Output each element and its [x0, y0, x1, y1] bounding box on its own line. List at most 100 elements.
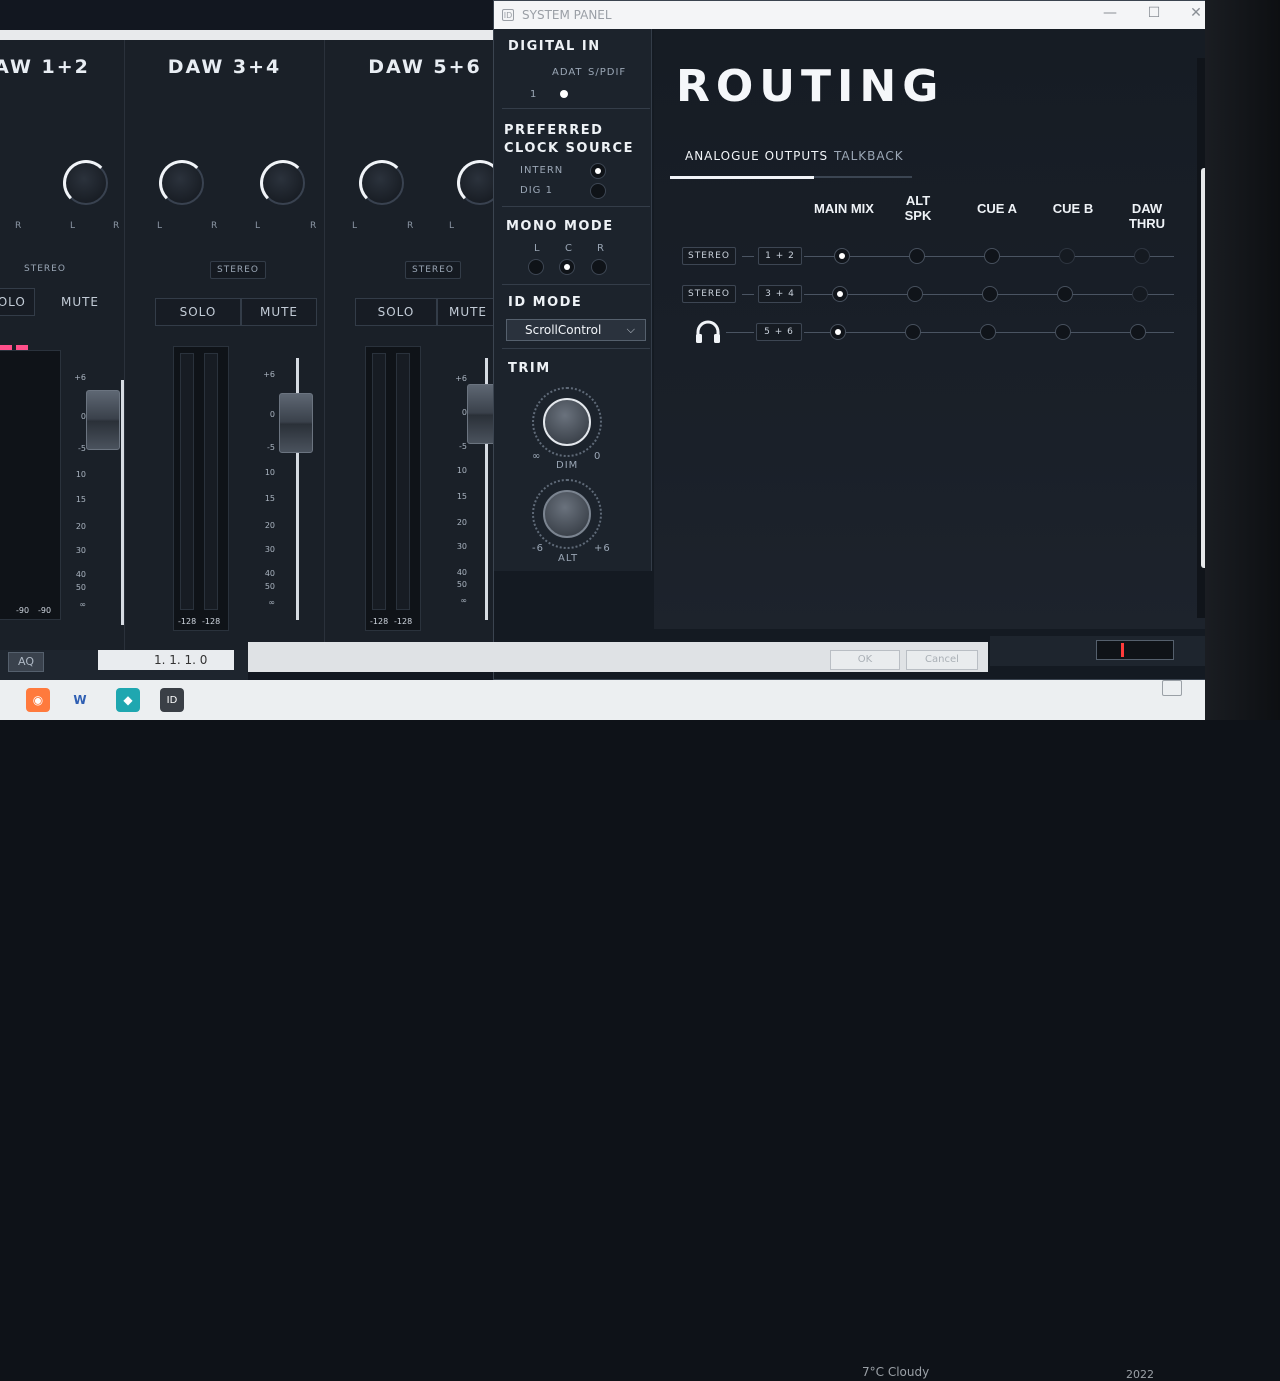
- mixer-top-strip: [0, 30, 505, 40]
- route-node-cue-a[interactable]: [980, 324, 996, 340]
- route-node-daw-thru[interactable]: [1134, 248, 1150, 264]
- mute-button[interactable]: MUTE: [437, 298, 499, 326]
- clock-year: 2022: [1126, 1368, 1154, 1381]
- taskbar: ◉ W ◆ ID 7°C Cloudy 2022: [0, 680, 1205, 1381]
- ok-button[interactable]: OK: [830, 650, 900, 670]
- system-panel-taskbar-icon[interactable]: ID: [160, 688, 184, 712]
- width-knob[interactable]: [260, 160, 306, 206]
- mono-l-radio[interactable]: [528, 259, 544, 275]
- pan-knob[interactable]: [359, 160, 405, 206]
- daw-mixer: AW 1+2 R L R STEREO SOLO MUTE -90 -90 +6…: [0, 30, 505, 650]
- route-node-cue-a[interactable]: [982, 286, 998, 302]
- solo-button[interactable]: SOLO: [0, 288, 35, 316]
- row-source: 3 + 4: [758, 285, 802, 303]
- scale-label: -5: [459, 442, 467, 451]
- id-mode-value: ScrollControl: [525, 323, 602, 337]
- mute-button[interactable]: MUTE: [241, 298, 317, 326]
- pan-l-label: L: [255, 221, 261, 231]
- route-node-alt-spk[interactable]: [905, 324, 921, 340]
- scale-label: 30: [75, 546, 86, 555]
- route-node-alt-spk[interactable]: [909, 248, 925, 264]
- mute-button[interactable]: MUTE: [50, 288, 110, 316]
- scale-label: 0: [461, 408, 467, 417]
- scale-label: 50: [456, 580, 467, 589]
- meter-value-r: -90: [38, 606, 52, 615]
- row-type-stereo: STEREO: [682, 285, 736, 303]
- route-node-cue-a[interactable]: [984, 248, 1000, 264]
- level-meter: -128 -128: [173, 346, 229, 631]
- volume-fader[interactable]: [279, 393, 313, 453]
- dialog-footer: OK Cancel: [248, 642, 988, 672]
- dim-min-label: ∞: [532, 451, 542, 462]
- mono-r-radio[interactable]: [591, 259, 607, 275]
- solo-button[interactable]: SOLO: [155, 298, 241, 326]
- digital-in-title: DIGITAL IN: [508, 39, 601, 54]
- mixer-channel-2: DAW 3+4 L R L R STEREO SOLO MUTE -128 -1…: [125, 40, 325, 650]
- pan-r-label: R: [310, 221, 317, 231]
- position-display[interactable]: 1. 1. 1. 0: [98, 650, 234, 670]
- col-daw-thru: DAW THRU: [1128, 201, 1166, 231]
- adat-indicator[interactable]: [560, 90, 568, 98]
- settings-column: DIGITAL IN ADAT S/PDIF 1 PREFERRED CLOCK…: [494, 29, 652, 571]
- channel-title: AW 1+2: [0, 56, 90, 78]
- tab-talkback[interactable]: TALKBACK: [834, 149, 904, 163]
- route-node-main-mix[interactable]: [832, 286, 848, 302]
- aq-button[interactable]: AQ: [8, 652, 44, 672]
- word-icon[interactable]: W: [68, 688, 92, 712]
- pan-knob[interactable]: [159, 160, 205, 206]
- weather-text[interactable]: 7°C Cloudy: [862, 1365, 929, 1379]
- output-meter: [1096, 640, 1174, 660]
- intern-radio[interactable]: [590, 163, 606, 179]
- clock-title-2: CLOCK SOURCE: [504, 141, 634, 156]
- monitor-bezel: [1205, 0, 1280, 720]
- id-mode-dropdown[interactable]: ScrollControl ⌵: [506, 319, 646, 341]
- fader-track: [121, 380, 124, 625]
- solo-button[interactable]: SOLO: [355, 298, 437, 326]
- notification-icon[interactable]: [1162, 680, 1182, 696]
- route-node-cue-b[interactable]: [1059, 248, 1075, 264]
- scale-label: +6: [455, 374, 467, 383]
- scale-label: 40: [264, 569, 275, 578]
- route-node-main-mix[interactable]: [830, 324, 846, 340]
- tab-analogue-outputs[interactable]: ANALOGUE OUTPUTS: [685, 149, 828, 163]
- alt-knob[interactable]: [543, 490, 591, 538]
- meter-strip: [990, 636, 1205, 666]
- id-mode-title: ID MODE: [508, 295, 583, 310]
- channel-title: DAW 3+4: [167, 56, 282, 78]
- pan-knob[interactable]: [63, 160, 109, 206]
- app-icon[interactable]: ◆: [116, 688, 140, 712]
- scale-label: ∞: [79, 600, 86, 609]
- route-node-cue-b[interactable]: [1057, 286, 1073, 302]
- cancel-button[interactable]: Cancel: [906, 650, 978, 670]
- scale-label: +6: [74, 373, 86, 382]
- meter-value-r: -128: [202, 617, 221, 626]
- pan-l-label: L: [352, 221, 358, 231]
- window-title: SYSTEM PANEL: [522, 8, 612, 22]
- dim-knob[interactable]: [543, 398, 591, 446]
- meter-bar-r: [204, 353, 218, 610]
- minimize-button[interactable]: —: [1090, 5, 1130, 25]
- row-source: 5 + 6: [756, 323, 802, 341]
- app-icon: ID: [502, 9, 514, 21]
- dig1-radio[interactable]: [590, 183, 606, 199]
- route-node-cue-b[interactable]: [1055, 324, 1071, 340]
- volume-fader[interactable]: [86, 390, 120, 450]
- scale-label: +6: [263, 370, 275, 379]
- dim-label: DIM: [556, 460, 579, 471]
- route-node-daw-thru[interactable]: [1130, 324, 1146, 340]
- scale-label: 15: [456, 492, 467, 501]
- row-source: 1 + 2: [758, 247, 802, 265]
- scale-label: 40: [456, 568, 467, 577]
- scale-label: 50: [75, 583, 86, 592]
- maximize-button[interactable]: ☐: [1134, 5, 1174, 25]
- route-node-main-mix[interactable]: [834, 248, 850, 264]
- scale-label: 30: [264, 545, 275, 554]
- mono-c-radio[interactable]: [559, 259, 575, 275]
- pan-r-label: R: [113, 221, 120, 231]
- route-node-alt-spk[interactable]: [907, 286, 923, 302]
- pan-l-label: L: [70, 221, 76, 231]
- firefox-icon[interactable]: ◉: [26, 688, 50, 712]
- route-node-daw-thru[interactable]: [1132, 286, 1148, 302]
- pan-l-label: L: [449, 221, 455, 231]
- scale-label: 10: [75, 470, 86, 479]
